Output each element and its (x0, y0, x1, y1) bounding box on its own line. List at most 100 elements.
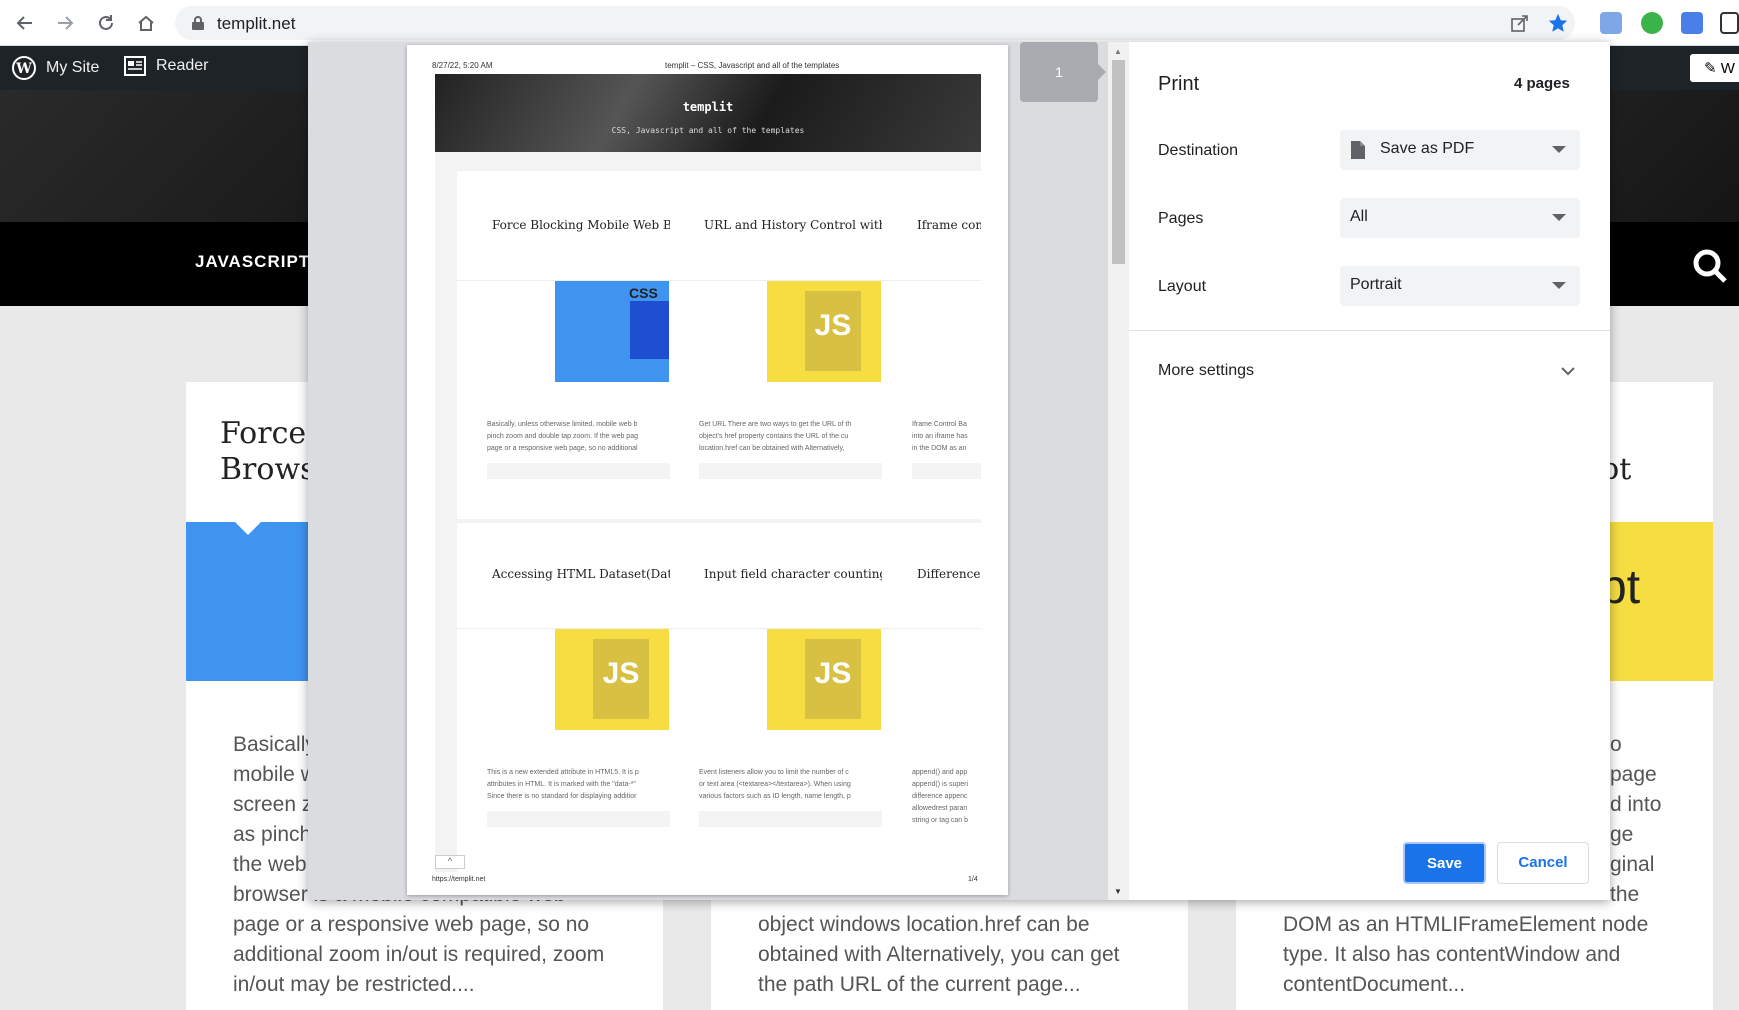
preview-banner: templit CSS, Javascript and all of the t… (435, 74, 981, 152)
forward-icon[interactable] (50, 8, 80, 38)
layout-select[interactable]: Portrait (1340, 266, 1580, 306)
preview-excerpt: string or tag can b (912, 817, 969, 824)
css3-shield-icon (630, 301, 669, 359)
post-excerpt-line: page (1610, 763, 1657, 786)
destination-value: Save as PDF (1380, 140, 1475, 157)
browser-toolbar: templit.net (0, 0, 1739, 46)
post-excerpt-line: ginal (1610, 853, 1655, 876)
post-excerpt-line: d into (1610, 793, 1662, 816)
print-settings-panel: Print 4 pages Destination Save as PDF Pa… (1129, 42, 1610, 900)
back-icon[interactable] (10, 8, 40, 38)
cancel-button[interactable]: Cancel (1497, 842, 1589, 884)
preview-excerpt: various factors such as ID length, name … (699, 793, 851, 800)
pages-select[interactable]: All (1340, 198, 1580, 238)
star-icon[interactable] (1547, 12, 1569, 39)
thumb-notch (234, 521, 262, 535)
post-excerpt-line: as pinch (233, 823, 312, 846)
destination-select[interactable]: Save as PDF (1340, 130, 1580, 170)
scrollbar-thumb[interactable] (1112, 60, 1125, 264)
post-excerpt-line: the (1610, 883, 1640, 906)
print-dialog: 8/27/22, 5:20 AM templit – CSS, Javascri… (308, 42, 1610, 900)
reader-label: Reader (156, 57, 209, 74)
destination-label: Destination (1158, 142, 1239, 159)
preview-post-title: Iframe con (917, 218, 981, 232)
preview-excerpt: in the DOM as an (912, 445, 967, 452)
preview-excerpt: page or a responsive web page, so no add… (487, 445, 638, 452)
extension-green-icon[interactable] (1641, 12, 1663, 34)
extension-notes-icon[interactable] (1600, 12, 1622, 34)
preview-content: Force Blocking Mobile Web Bro URL and Hi… (435, 152, 981, 872)
preview-excerpt: append() and app (912, 769, 968, 776)
preview-header-title: templit – CSS, Javascript and all of the… (665, 61, 840, 70)
home-icon[interactable] (131, 8, 161, 38)
search-icon[interactable] (1692, 248, 1728, 289)
lock-icon[interactable] (191, 15, 205, 36)
scroll-up-icon[interactable]: ▲ (1114, 47, 1122, 56)
more-settings-toggle[interactable]: More settings (1129, 342, 1610, 402)
page-count: 4 pages (1514, 75, 1570, 92)
reload-icon[interactable] (91, 8, 121, 38)
extension-translate-icon[interactable] (1681, 12, 1703, 34)
pages-value: All (1350, 208, 1368, 225)
nav-item-javascript[interactable]: JAVASCRIPT (195, 252, 310, 272)
preview-footer-url: https://templit.net (432, 876, 486, 883)
save-button[interactable]: Save (1403, 842, 1486, 884)
preview-excerpt: object's href property contains the URL … (699, 433, 849, 440)
share-icon[interactable] (1510, 13, 1530, 38)
post-excerpt-line: contentDocument... (1283, 973, 1466, 996)
preview-excerpt: Iframe Control Ba (912, 421, 967, 428)
preview-excerpt: Get URL There are two ways to get the UR… (699, 421, 852, 428)
post-excerpt-line: DOM as an HTMLIFrameElement node (1283, 913, 1649, 936)
preview-excerpt: This is a new extended attribute in HTML… (487, 769, 639, 776)
preview-thumbnail-js: JS (555, 629, 669, 730)
preview-post-title: Force Blocking Mobile Web Bro (492, 218, 670, 232)
scroll-down-icon[interactable]: ▼ (1114, 887, 1122, 896)
post-excerpt-line: the path URL of the current page... (758, 973, 1081, 996)
preview-excerpt: Basically, unless otherwise limited, mob… (487, 421, 638, 428)
preview-row: Accessing HTML Dataset(Datas Input field… (457, 523, 981, 872)
preview-footer-page: 1/4 (968, 876, 978, 883)
preview-scrollbar[interactable]: ▲ ▼ (1108, 42, 1129, 900)
chevron-down-icon (1552, 214, 1566, 221)
preview-excerpt: Event listeners allow you to limit the n… (699, 769, 849, 776)
write-button[interactable]: ✎ W (1690, 54, 1739, 82)
chevron-down-icon (1552, 282, 1566, 289)
preview-post-title: Accessing HTML Dataset(Datas (492, 567, 670, 581)
css-logo-text: CSS (629, 285, 658, 301)
chevron-down-icon (1552, 146, 1566, 153)
preview-excerpt: difference appenc (912, 793, 968, 800)
svg-text:W: W (15, 61, 32, 77)
post-excerpt-line: o (1610, 733, 1622, 756)
preview-post-title: Difference (917, 567, 981, 581)
layout-label: Layout (1158, 278, 1207, 295)
post-excerpt-line: type. It also has contentWindow and (1283, 943, 1621, 966)
preview-thumbnail-js: JS (767, 281, 881, 382)
address-bar[interactable]: templit.net (175, 6, 1575, 40)
preview-excerpt: allowedrest paran (912, 805, 968, 812)
url-text[interactable]: templit.net (217, 14, 295, 34)
js-shield-icon: JS (805, 291, 861, 371)
js-shield-icon: JS (805, 639, 861, 719)
divider (1129, 330, 1610, 331)
preview-excerpt: attributes in HTML. It is marked with th… (487, 781, 636, 788)
preview-post-title: Input field character counting (704, 567, 882, 581)
wordpress-icon: W (12, 56, 36, 80)
preview-excerpt: into an iframe has (912, 433, 968, 440)
preview-post-title: URL and History Control with J (704, 218, 882, 232)
document-icon (1351, 141, 1365, 159)
reader-link[interactable]: Reader (124, 56, 208, 76)
more-settings-label: More settings (1158, 362, 1255, 379)
page-thumbnail-indicator[interactable]: 1 (1020, 42, 1098, 102)
extension-crop-icon[interactable] (1720, 12, 1739, 34)
preview-excerpt: pinch zoom and double tap zoom. If the w… (487, 433, 638, 440)
post-title-line2[interactable]: Brows (220, 452, 316, 488)
my-site-link[interactable]: W My Site (12, 56, 99, 80)
post-excerpt-line: in/out may be restricted.... (233, 973, 475, 996)
reader-icon (124, 56, 146, 76)
preview-excerpt: append() is superi (912, 781, 969, 788)
post-excerpt-line: the web (233, 853, 307, 876)
write-label-partial: W (1720, 60, 1735, 77)
my-site-label: My Site (46, 59, 100, 76)
post-excerpt-line: ge (1610, 823, 1634, 846)
print-title: Print (1158, 73, 1200, 95)
